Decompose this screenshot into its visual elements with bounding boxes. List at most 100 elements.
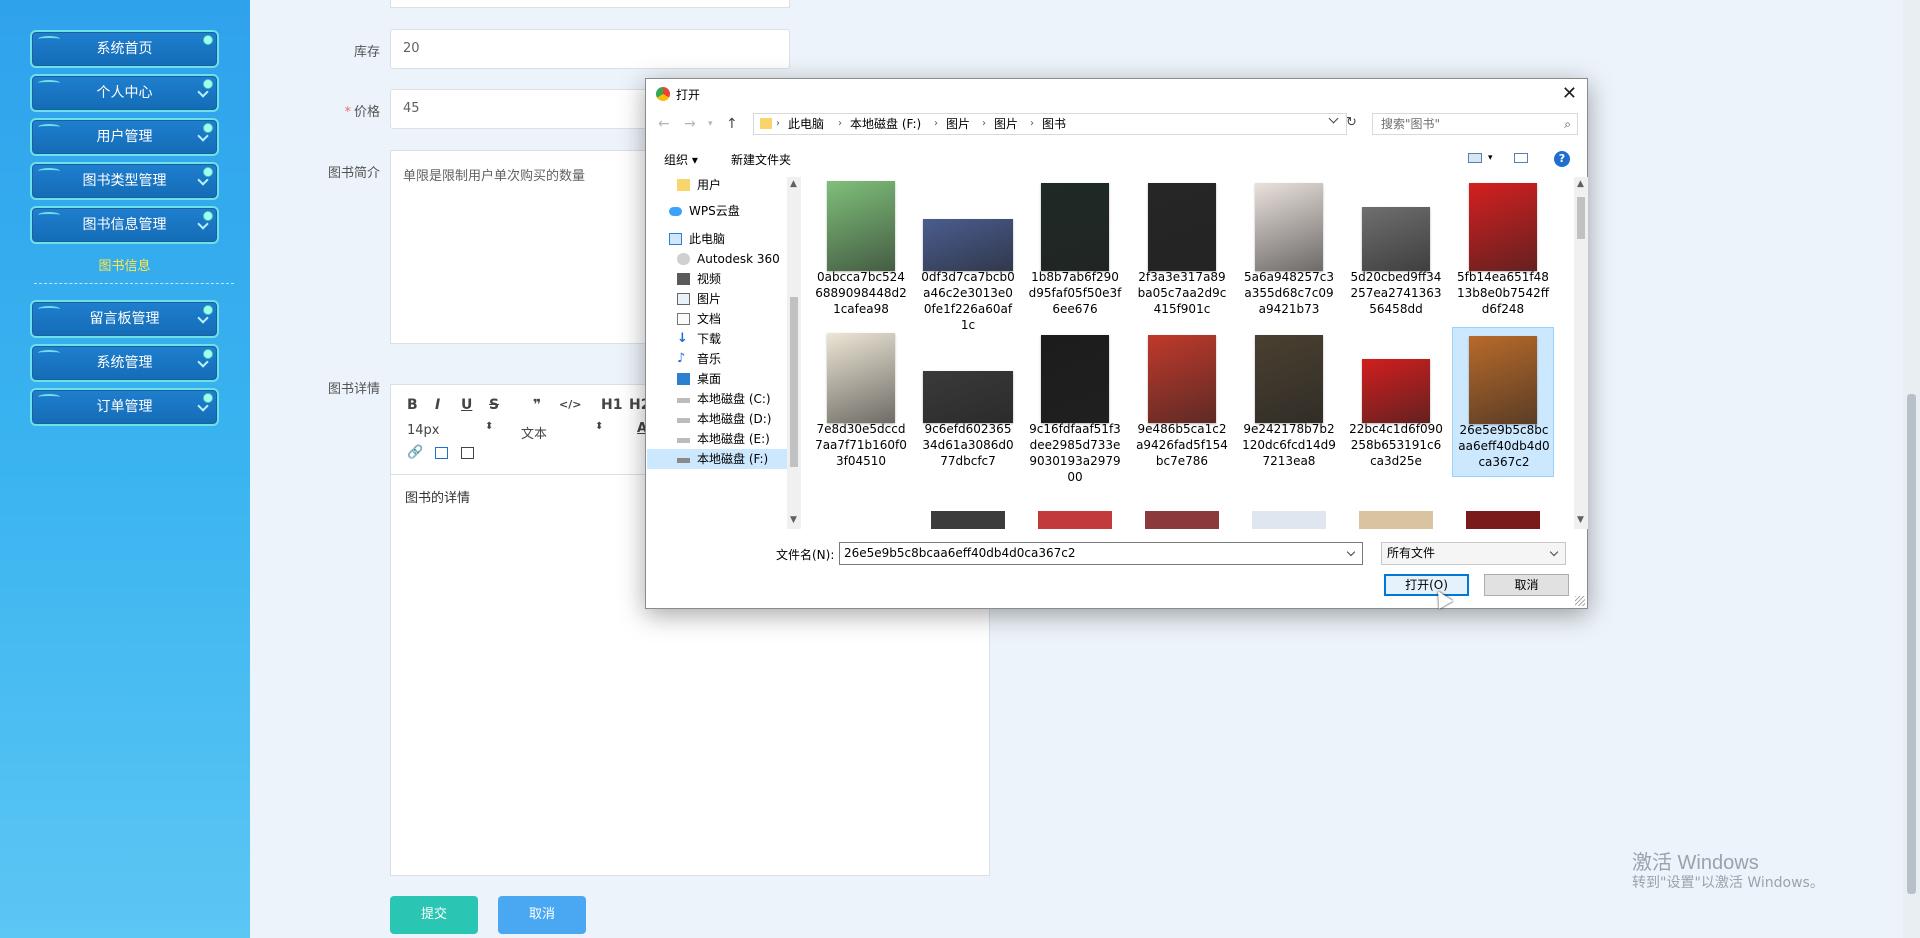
scroll-up-icon[interactable]: ▲ [790, 179, 797, 189]
file-type-select[interactable]: 所有文件 [1381, 542, 1566, 565]
font-family-select[interactable]: 文本 [521, 423, 547, 442]
help-icon[interactable]: ? [1554, 151, 1570, 167]
image-thumbnail [1469, 336, 1537, 424]
breadcrumb-pictures-2[interactable]: 图片 [994, 114, 1018, 134]
organize-menu[interactable]: 组织 ▾ [664, 151, 698, 168]
dialog-cancel-button[interactable]: 取消 [1484, 574, 1569, 596]
file-list-scrollbar-thumb[interactable] [1577, 197, 1585, 239]
image-thumbnail [1359, 511, 1433, 529]
preview-pane-icon[interactable] [1514, 153, 1528, 163]
tree-item-this-pc[interactable]: 此电脑 [647, 229, 787, 249]
file-tile[interactable]: 5a6a948257c3a355d68c7c09a9421b73 [1238, 177, 1340, 325]
address-bar[interactable]: › 此电脑 › 本地磁盘 (F:) › 图片 › 图片 › 图书 [753, 113, 1347, 135]
file-name: 9e486b5ca1c2a9426fad5f154bc7e786 [1136, 422, 1228, 468]
chevron-down-icon[interactable] [1346, 547, 1356, 557]
tree-item-drive-e[interactable]: 本地磁盘 (E:) [647, 429, 787, 449]
nav-users-button[interactable]: 用户管理 [30, 118, 219, 156]
scroll-down-icon[interactable]: ▼ [1577, 515, 1584, 525]
italic-icon[interactable]: I [435, 397, 440, 413]
close-icon[interactable]: ✕ [1562, 83, 1577, 104]
new-folder-button[interactable]: 新建文件夹 [731, 151, 791, 168]
stock-input[interactable]: 20 [390, 29, 790, 69]
file-tile[interactable]: 9e486b5ca1c2a9426fad5f154bc7e786 [1131, 327, 1233, 477]
cancel-button[interactable]: 取消 [498, 896, 586, 934]
breadcrumb-drive-f[interactable]: 本地磁盘 (F:) [850, 114, 921, 134]
breadcrumb-pictures[interactable]: 图片 [946, 114, 970, 134]
nav-divider [34, 283, 234, 284]
tree-item-wps-cloud[interactable]: WPS云盘 [647, 201, 787, 221]
resize-grip-icon[interactable] [1575, 596, 1585, 606]
file-list-scrollbar[interactable]: ▲ ▼ [1574, 177, 1588, 529]
nav-book-types-button[interactable]: 图书类型管理 [30, 162, 219, 200]
file-tile[interactable]: 22bc4c1d6f090258b653191c6ca3d25e [1345, 327, 1447, 477]
file-tile[interactable]: 5d20cbed9ff34257ea274136356458dd [1345, 177, 1447, 325]
nav-book-info-button[interactable]: 图书信息管理 [30, 206, 219, 244]
breadcrumb-books[interactable]: 图书 [1042, 114, 1066, 134]
filename-input[interactable]: 26e5e9b5c8bcaa6eff40db4d0ca367c2 [839, 542, 1363, 565]
forward-arrow-icon[interactable]: → [684, 116, 696, 132]
strike-icon[interactable]: S [489, 397, 499, 413]
font-size-select[interactable]: 14px [407, 423, 440, 438]
view-mode-icon[interactable] [1468, 153, 1482, 163]
file-name: 7e8d30e5dccd7aa7f71b160f03f04510 [815, 422, 907, 468]
nav-sub-book-info[interactable]: 图书信息 [30, 255, 219, 274]
file-tile[interactable]: 0df3d7ca7bcb0a46c2e3013e00fe1f226a60af1c [917, 177, 1019, 332]
drive-icon [677, 458, 690, 463]
file-tile[interactable]: 1b8b7ab6f290d95faf05f50e3f6ee676 [1024, 177, 1126, 325]
underline-icon[interactable]: U [461, 397, 472, 413]
image-icon[interactable] [435, 447, 448, 459]
sort-icon: ⬍ [595, 421, 604, 432]
scroll-down-icon[interactable]: ▼ [790, 515, 797, 525]
nav-system-button[interactable]: 系统管理 [30, 344, 219, 382]
tree-item-drive-c[interactable]: 本地磁盘 (C:) [647, 389, 787, 409]
file-tile[interactable]: 7e8d30e5dccd7aa7f71b160f03f04510 [810, 327, 912, 477]
tree-item-documents[interactable]: 文档 [647, 309, 787, 329]
stock-label: 库存 [353, 45, 380, 60]
nav-profile-button[interactable]: 个人中心 [30, 74, 219, 112]
refresh-icon[interactable]: ↻ [1346, 115, 1357, 130]
tree-item-drive-f[interactable]: 本地磁盘 (F:) [647, 449, 787, 469]
tree-item-autodesk[interactable]: Autodesk 360 [647, 249, 787, 269]
code-icon[interactable]: </> [559, 398, 581, 411]
nav-home-button[interactable]: 系统首页 [30, 30, 219, 68]
bold-icon[interactable]: B [407, 397, 418, 413]
page-scrollbar[interactable] [1903, 0, 1920, 938]
nav-orders-button[interactable]: 订单管理 [30, 388, 219, 426]
tree-item-videos[interactable]: 视频 [647, 269, 787, 289]
file-tile[interactable]: 9e242178b7b2120dc6fcd14d97213ea8 [1238, 327, 1340, 477]
dot-icon [203, 35, 213, 45]
file-tile[interactable]: 26e5e9b5c8bcaa6eff40db4d0ca367c2 [1452, 327, 1554, 477]
page-scrollbar-thumb[interactable] [1907, 394, 1916, 894]
link-icon[interactable]: 🔗 [407, 445, 423, 460]
tree-item-pictures[interactable]: 图片 [647, 289, 787, 309]
tree-item-user[interactable]: 用户 [647, 177, 787, 195]
file-tile[interactable]: 9c6efd60236534d61a3086d077dbcfc7 [917, 327, 1019, 477]
open-file-dialog: 打开 ✕ ← → ▾ ↑ › 此电脑 › 本地磁盘 (F:) › 图片 › 图片… [645, 78, 1588, 609]
heading1-icon[interactable]: H1 [601, 397, 622, 413]
scroll-up-icon[interactable]: ▲ [1577, 179, 1584, 189]
search-input[interactable]: 搜索"图书" ⌕ [1372, 113, 1578, 135]
cloud-icon [669, 207, 682, 216]
file-tile[interactable]: 0abcca7bc5246889098448d21cafea98 [810, 177, 912, 325]
tree-item-music[interactable]: ♪ 音乐 [647, 349, 787, 369]
tree-scrollbar-thumb[interactable] [790, 297, 798, 467]
file-tile[interactable]: 2f3a3e317a89ba05c7aa2d9c415f901c [1131, 177, 1233, 325]
quote-icon[interactable]: ❞ [533, 397, 541, 413]
back-arrow-icon[interactable]: ← [658, 116, 670, 132]
breadcrumb-this-pc[interactable]: 此电脑 [788, 114, 824, 134]
tree-item-downloads[interactable]: ↓ 下载 [647, 329, 787, 349]
price-input[interactable]: 45 [390, 89, 650, 129]
video-icon[interactable] [461, 447, 474, 459]
file-tile[interactable]: 5fb14ea651f4813b8e0b7542ffd6f248 [1452, 177, 1554, 325]
tree-item-drive-d[interactable]: 本地磁盘 (D:) [647, 409, 787, 429]
nav-message-board-button[interactable]: 留言板管理 [30, 300, 219, 338]
search-icon: ⌕ [1564, 117, 1571, 131]
tree-scrollbar[interactable]: ▲ ▼ [787, 177, 801, 529]
tree-item-desktop[interactable]: 桌面 [647, 369, 787, 389]
file-tile[interactable]: 9c16fdfaaf51f3dee2985d733e9030193a297900 [1024, 327, 1126, 484]
view-dropdown-icon[interactable]: ▾ [1488, 153, 1493, 163]
recent-dropdown-icon[interactable]: ▾ [708, 119, 713, 129]
submit-button[interactable]: 提交 [390, 896, 478, 934]
up-arrow-icon[interactable]: ↑ [726, 116, 738, 132]
open-button[interactable]: 打开(O) [1384, 574, 1469, 596]
